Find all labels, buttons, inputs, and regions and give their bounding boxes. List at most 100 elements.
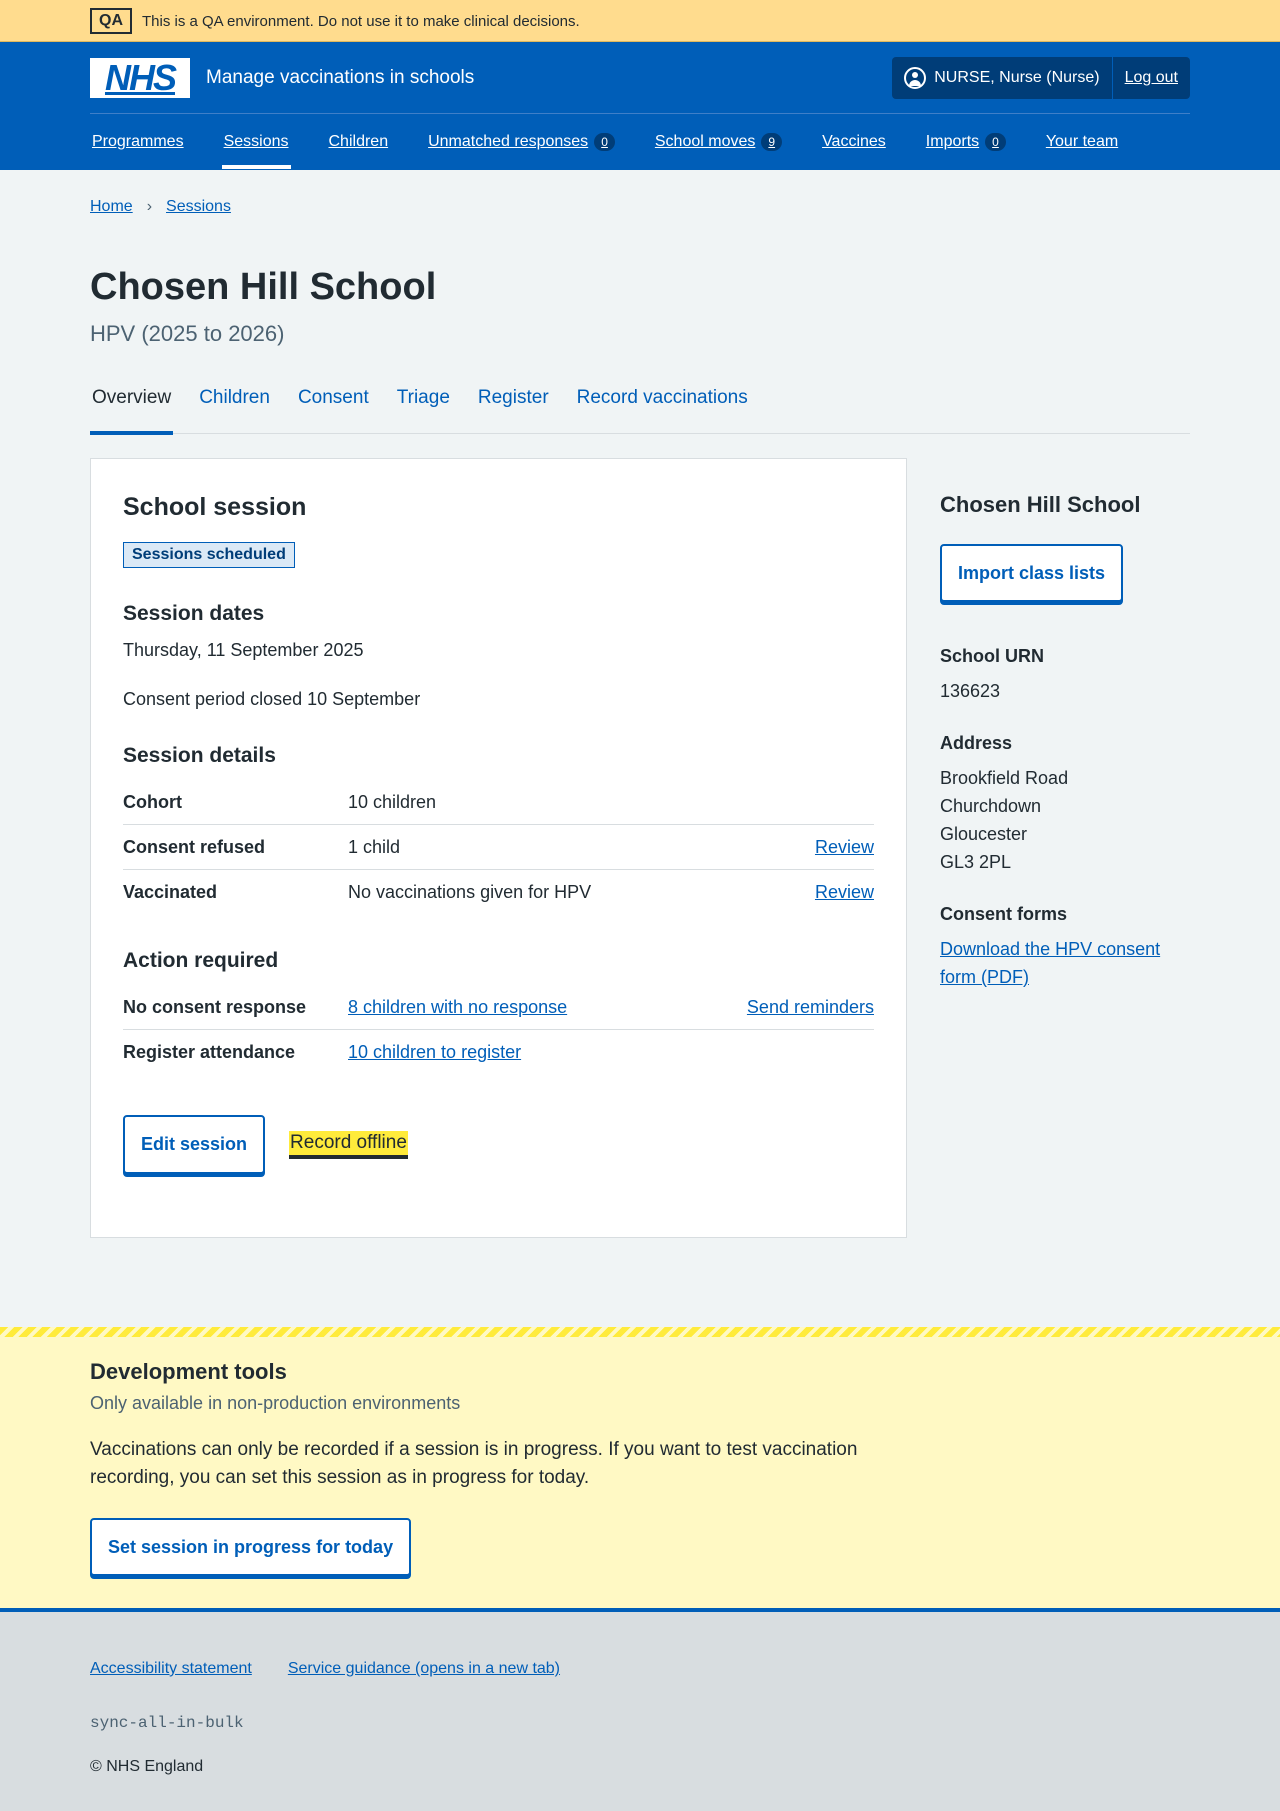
nav-label: Sessions xyxy=(223,132,289,150)
nav-label: Vaccines xyxy=(822,132,886,150)
qa-tag: QA xyxy=(90,8,132,34)
row-key: Vaccinated xyxy=(123,882,218,902)
tab-overview[interactable]: Overview xyxy=(90,383,174,435)
address-line: Churchdown xyxy=(940,796,1042,816)
nav-label: School moves xyxy=(654,132,756,150)
nhs-logo[interactable]: NHS xyxy=(90,56,190,98)
school-urn-label: School URN xyxy=(940,646,1045,666)
consent-period: Consent period closed 10 September xyxy=(123,689,421,709)
nav-label: Your team xyxy=(1045,132,1119,150)
dev-tools-text: Vaccinations can only be recorded if a s… xyxy=(90,1439,858,1488)
nav-label: Imports xyxy=(925,132,980,150)
no-response-link[interactable]: 8 children with no response xyxy=(348,997,567,1018)
nav-unmatched-responses[interactable]: Unmatched responses 0 xyxy=(426,114,617,169)
qa-banner-text: This is a QA environment. Do not use it … xyxy=(142,12,580,30)
action-required-list: No consent response 8 children with no r… xyxy=(123,985,874,1075)
count-badge: 0 xyxy=(985,132,1006,151)
copyright: © NHS England xyxy=(90,1758,204,1775)
action-required-heading: Action required xyxy=(123,949,279,972)
register-link[interactable]: 10 children to register xyxy=(348,1042,521,1063)
dev-tools-heading: Development tools xyxy=(90,1359,287,1384)
dev-tools-subheading: Only available in non-production environ… xyxy=(90,1393,461,1413)
row-key: No consent response xyxy=(123,996,307,1017)
account-user-name: NURSE, Nurse (Nurse) xyxy=(934,68,1100,86)
import-class-lists-button[interactable]: Import class lists xyxy=(940,544,1124,602)
tab-register[interactable]: Register xyxy=(476,383,551,434)
nhs-logo-text: NHS xyxy=(104,56,177,98)
summary-row: Vaccinated No vaccinations given for HPV… xyxy=(123,870,874,915)
nav-programmes[interactable]: Programmes xyxy=(90,114,186,169)
address-line: Brookfield Road xyxy=(940,768,1069,788)
nav-sessions[interactable]: Sessions xyxy=(221,114,291,169)
site-header: NHS Manage vaccinations in schools NURSE… xyxy=(0,42,1280,170)
school-sidebar: Chosen Hill School Import class lists Sc… xyxy=(940,458,1190,1238)
card-heading: School session xyxy=(123,493,307,521)
summary-row: Cohort 10 children xyxy=(123,780,874,825)
address-value: Brookfield Road Churchdown Gloucester GL… xyxy=(940,764,1190,876)
chevron-right-icon: › xyxy=(146,198,153,215)
download-consent-form-link[interactable]: Download the HPV consent form (PDF) xyxy=(940,939,1160,987)
breadcrumb-home[interactable]: Home xyxy=(90,198,133,216)
nav-your-team[interactable]: Your team xyxy=(1044,114,1120,169)
summary-row: Register attendance 10 children to regis… xyxy=(123,1030,874,1075)
page-caption: HPV (2025 to 2026) xyxy=(90,321,285,346)
address-label: Address xyxy=(940,733,1013,753)
page-title: Chosen Hill School xyxy=(90,266,437,308)
set-session-in-progress-button[interactable]: Set session in progress for today xyxy=(90,1518,412,1576)
summary-row: No consent response 8 children with no r… xyxy=(123,985,874,1030)
breadcrumb: Home › Sessions xyxy=(90,170,1190,216)
summary-row: Consent refused 1 child Review xyxy=(123,825,874,870)
review-consent-refused-link[interactable]: Review xyxy=(815,837,874,858)
session-details-list: Cohort 10 children Consent refused 1 chi… xyxy=(123,780,874,915)
account-menu: NURSE, Nurse (Nurse) Log out xyxy=(892,56,1190,99)
site-footer: Accessibility statement Service guidance… xyxy=(0,1612,1280,1811)
count-badge: 0 xyxy=(594,132,615,151)
row-key: Register attendance xyxy=(123,1042,296,1062)
nav-imports[interactable]: Imports 0 xyxy=(924,114,1008,169)
service-guidance-link[interactable]: Service guidance (opens in a new tab) xyxy=(288,1660,560,1678)
breadcrumb-sessions[interactable]: Sessions xyxy=(166,198,231,216)
primary-nav: Programmes Sessions Children Unmatched r… xyxy=(90,114,1190,169)
status-badge: Sessions scheduled xyxy=(123,542,295,568)
address-line: GL3 2PL xyxy=(940,852,1012,872)
row-value: 10 children xyxy=(348,791,437,812)
qa-banner: QA This is a QA environment. Do not use … xyxy=(0,0,1280,42)
development-tools: Development tools Only available in non-… xyxy=(0,1327,1280,1612)
count-badge: 9 xyxy=(761,132,783,151)
tab-triage[interactable]: Triage xyxy=(395,383,452,434)
nav-school-moves[interactable]: School moves 9 xyxy=(653,114,784,169)
nav-children[interactable]: Children xyxy=(327,114,391,169)
build-label: sync-all-in-bulk xyxy=(90,1714,244,1732)
hazard-stripe xyxy=(0,1327,1280,1337)
service-name[interactable]: Manage vaccinations in schools xyxy=(206,67,474,89)
row-value: No vaccinations given for HPV xyxy=(348,882,592,902)
nav-vaccines[interactable]: Vaccines xyxy=(820,114,888,169)
send-reminders-link[interactable]: Send reminders xyxy=(747,997,874,1018)
row-key: Consent refused xyxy=(123,836,266,857)
record-offline-link[interactable]: Record offline xyxy=(289,1130,408,1159)
logout-link[interactable]: Log out xyxy=(1113,69,1190,87)
session-dates-heading: Session dates xyxy=(123,602,265,625)
review-vaccinated-link[interactable]: Review xyxy=(815,882,874,903)
address-line: Gloucester xyxy=(940,824,1028,844)
tab-record-vaccinations[interactable]: Record vaccinations xyxy=(575,383,750,434)
user-icon xyxy=(904,66,927,89)
session-details-heading: Session details xyxy=(123,744,276,767)
school-session-card: School session Sessions scheduled Sessio… xyxy=(90,458,907,1238)
tab-consent[interactable]: Consent xyxy=(296,383,371,434)
accessibility-statement-link[interactable]: Accessibility statement xyxy=(90,1660,252,1678)
row-value: 1 child xyxy=(348,836,401,857)
session-date: Thursday, 11 September 2025 xyxy=(123,640,364,660)
row-key: Cohort xyxy=(123,791,182,812)
account-user: NURSE, Nurse (Nurse) xyxy=(892,56,1113,99)
consent-forms-label: Consent forms xyxy=(940,904,1068,924)
nav-label: Children xyxy=(328,132,389,150)
nav-label: Unmatched responses xyxy=(428,132,589,150)
tab-children[interactable]: Children xyxy=(197,383,272,434)
main-content: Home › Sessions Chosen Hill School HPV (… xyxy=(90,170,1190,1238)
sidebar-title: Chosen Hill School xyxy=(940,492,1141,517)
school-urn-value: 136623 xyxy=(940,681,1001,701)
footer-links: Accessibility statement Service guidance… xyxy=(90,1660,1190,1678)
edit-session-button[interactable]: Edit session xyxy=(123,1115,266,1174)
nav-label: Programmes xyxy=(92,132,184,150)
